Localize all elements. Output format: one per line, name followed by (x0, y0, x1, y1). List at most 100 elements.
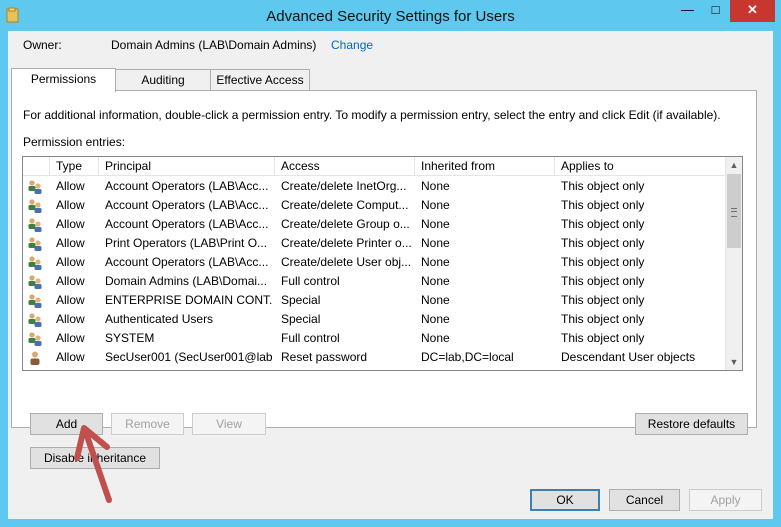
header-applies-to[interactable]: Applies to (555, 157, 726, 175)
user-icon (27, 350, 43, 366)
cell-inherited: None (421, 217, 450, 231)
disable-inheritance-button[interactable]: Disable inheritance (30, 447, 160, 469)
table-row[interactable]: Allow Account Operators (LAB\Acc... Create… (23, 253, 726, 272)
cell-principal: Print Operators (LAB\Print O... (105, 236, 268, 250)
cell-inherited: None (421, 293, 450, 307)
cell-applies: This object only (561, 236, 645, 250)
cell-principal: Account Operators (LAB\Acc... (105, 198, 269, 212)
info-text: For additional information, double-click… (23, 108, 721, 122)
table-row[interactable]: Allow Authenticated Users Special None This … (23, 310, 726, 329)
group-icon (27, 312, 43, 328)
minimize-icon: — (681, 2, 694, 17)
cell-principal: SecUser001 (SecUser001@lab.... (105, 350, 273, 364)
table-row[interactable]: Allow Account Operators (LAB\Acc... Create… (23, 196, 726, 215)
cell-access: Reset password (281, 350, 368, 364)
cancel-button[interactable]: Cancel (609, 489, 680, 511)
cell-applies: This object only (561, 255, 645, 269)
cell-access: Full control (281, 331, 340, 345)
cell-type: Allow (56, 274, 85, 288)
table-row[interactable]: Allow Account Operators (LAB\Acc... Create… (23, 215, 726, 234)
group-icon (27, 217, 43, 233)
view-button[interactable]: View (192, 413, 266, 435)
cell-access: Special (281, 293, 321, 307)
cell-inherited: None (421, 331, 450, 345)
cell-applies: This object only (561, 217, 645, 231)
minimize-button[interactable]: — (674, 0, 701, 22)
header-principal[interactable]: Principal (99, 157, 275, 175)
list-header: Type Principal Access Inherited from App… (23, 157, 726, 176)
group-icon (27, 179, 43, 195)
maximize-icon: □ (711, 2, 720, 17)
close-icon: ✕ (747, 2, 758, 17)
header-inherited-from[interactable]: Inherited from (415, 157, 555, 175)
cell-principal: Account Operators (LAB\Acc... (105, 255, 269, 269)
scroll-down-icon[interactable]: ▼ (726, 354, 742, 370)
group-icon (27, 255, 43, 271)
cell-access: Create/delete Printer o... (281, 236, 412, 250)
table-row[interactable]: Allow ENTERPRISE DOMAIN CONT... Special Non… (23, 291, 726, 310)
cell-access: Create/delete InetOrg... (281, 179, 407, 193)
cell-principal: Authenticated Users (105, 312, 214, 326)
table-row[interactable]: Allow SYSTEM Full control None This object o… (23, 329, 726, 348)
apply-button[interactable]: Apply (689, 489, 762, 511)
restore-defaults-button[interactable]: Restore defaults (635, 413, 748, 435)
table-row[interactable]: Allow Domain Admins (LAB\Domai... Full con… (23, 272, 726, 291)
cell-principal: Domain Admins (LAB\Domai... (105, 274, 268, 288)
group-icon (27, 331, 43, 347)
table-row[interactable]: Allow Account Operators (LAB\Acc... Create… (23, 177, 726, 196)
cell-type: Allow (56, 255, 85, 269)
ok-button[interactable]: OK (530, 489, 600, 511)
group-icon (27, 198, 43, 214)
header-type[interactable]: Type (50, 157, 99, 175)
cell-type: Allow (56, 350, 85, 364)
cell-applies: This object only (561, 331, 645, 345)
group-icon (27, 293, 43, 309)
cell-type: Allow (56, 331, 85, 345)
cell-applies: This object only (561, 274, 645, 288)
add-button[interactable]: Add (30, 413, 103, 435)
cell-inherited: None (421, 255, 450, 269)
header-icon-column[interactable] (23, 157, 50, 175)
close-button[interactable]: ✕ (730, 0, 775, 22)
scroll-up-icon[interactable]: ▲ (726, 157, 742, 173)
cell-type: Allow (56, 217, 85, 231)
cell-type: Allow (56, 293, 85, 307)
cell-principal: Account Operators (LAB\Acc... (105, 217, 269, 231)
table-row[interactable]: Allow Print Operators (LAB\Print O... Crea… (23, 234, 726, 253)
cell-inherited: None (421, 198, 450, 212)
cell-access: Create/delete Group o... (281, 217, 410, 231)
cell-principal: SYSTEM (105, 331, 155, 345)
scroll-thumb[interactable] (727, 174, 741, 248)
cell-access: Create/delete User obj... (281, 255, 412, 269)
remove-button[interactable]: Remove (111, 413, 184, 435)
table-row[interactable]: Allow SecUser001 (SecUser001@lab.... Reset… (23, 348, 726, 367)
cell-inherited: None (421, 312, 450, 326)
owner-value: Domain Admins (LAB\Domain Admins) (111, 38, 317, 52)
tab-effective-access[interactable]: Effective Access (210, 69, 310, 91)
cell-applies: This object only (561, 179, 645, 193)
security-settings-window: Advanced Security Settings for Users — □… (0, 0, 781, 527)
cell-type: Allow (56, 179, 85, 193)
cell-inherited: None (421, 179, 450, 193)
title-bar[interactable]: Advanced Security Settings for Users — □… (0, 0, 781, 33)
group-icon (27, 274, 43, 290)
cell-access: Create/delete Comput... (281, 198, 409, 212)
cell-inherited: None (421, 236, 450, 250)
cell-inherited: DC=lab,DC=local (421, 350, 514, 364)
cell-applies: This object only (561, 312, 645, 326)
cell-inherited: None (421, 274, 450, 288)
permission-entries-label: Permission entries: (23, 135, 126, 149)
vertical-scrollbar[interactable]: ▲ ▼ (725, 157, 742, 370)
header-access[interactable]: Access (275, 157, 415, 175)
maximize-button[interactable]: □ (702, 0, 729, 22)
change-owner-link[interactable]: Change (331, 38, 373, 52)
grip-icon (731, 208, 737, 217)
cell-applies: This object only (561, 198, 645, 212)
tab-auditing[interactable]: Auditing (115, 69, 211, 91)
tab-permissions[interactable]: Permissions (11, 68, 116, 92)
group-icon (27, 236, 43, 252)
cell-type: Allow (56, 236, 85, 250)
permission-entries-list[interactable]: Type Principal Access Inherited from App… (22, 156, 743, 371)
owner-label: Owner: (23, 38, 62, 52)
cell-principal: Account Operators (LAB\Acc... (105, 179, 269, 193)
